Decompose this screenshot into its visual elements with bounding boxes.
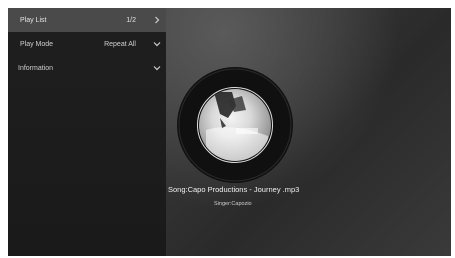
singer-name: Singer:Capozio [214,201,252,207]
menu-item-play-mode[interactable]: Play Mode Repeat All [8,32,166,56]
settings-sidebar: Play List 1/2 Play Mode Repeat All Infor… [8,8,166,256]
menu-item-label: Play List [20,16,47,24]
menu-item-information[interactable]: Information [8,56,166,80]
album-art [199,89,271,161]
album-disc [177,67,293,183]
menu-item-play-list[interactable]: Play List 1/2 [8,8,166,32]
music-player-screen: Play List 1/2 Play Mode Repeat All Infor… [8,8,451,256]
menu-item-value: Repeat All [104,40,136,48]
menu-item-value: 1/2 [126,16,136,24]
chevron-down-icon [153,42,161,47]
song-title: Song:Capo Productions - Journey .mp3 [168,185,300,194]
now-playing-area: Song:Capo Productions - Journey .mp3 Sin… [166,8,451,256]
menu-item-label: Information [18,64,54,72]
chevron-right-icon [155,16,160,24]
menu-item-label: Play Mode [20,40,54,48]
chevron-down-icon [153,66,161,71]
